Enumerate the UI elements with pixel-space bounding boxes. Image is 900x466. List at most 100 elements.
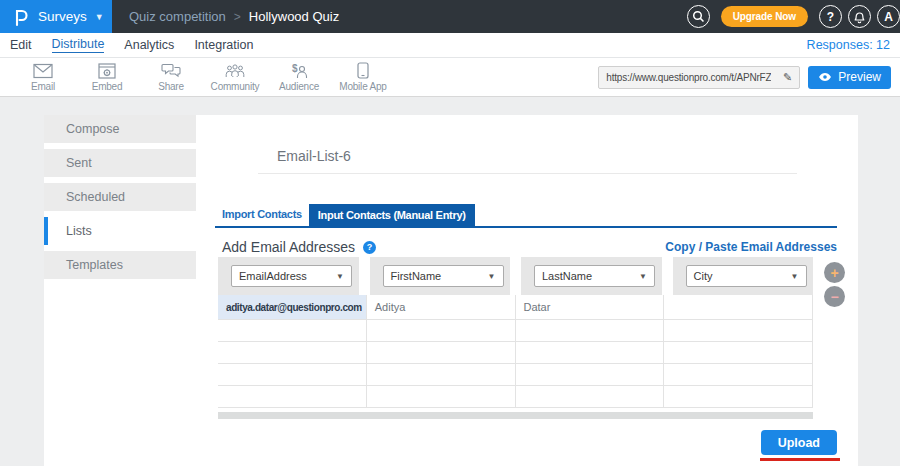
- avatar[interactable]: A: [877, 5, 900, 28]
- survey-url-input[interactable]: https://www.questionpro.com/t/APNrFZ ✎: [598, 66, 800, 89]
- nav-edit[interactable]: Edit: [10, 38, 32, 53]
- column-header-firstname: FirstName▼: [370, 257, 511, 295]
- tool-community-label: Community: [211, 81, 260, 92]
- breadcrumb-parent[interactable]: Quiz competition: [129, 9, 226, 24]
- cell-firstname[interactable]: [367, 320, 516, 341]
- column-select-lastname[interactable]: LastName▼: [534, 265, 655, 287]
- cell-firstname[interactable]: [367, 386, 516, 407]
- tab-input-contacts-manual[interactable]: Input Contacts (Manual Entry): [309, 204, 475, 226]
- preview-label: Preview: [838, 70, 881, 84]
- distribute-toolbar: Email Embed Share Community $ Audience M…: [0, 58, 900, 97]
- email-sidenav: Compose Sent Scheduled Lists Templates: [44, 115, 196, 285]
- product-switcher[interactable]: Surveys ▼: [0, 0, 112, 33]
- cell-city[interactable]: [664, 320, 813, 341]
- horizontal-scrollbar[interactable]: [218, 412, 813, 419]
- nav-integration[interactable]: Integration: [194, 38, 253, 53]
- column-select-emailaddress[interactable]: EmailAddress▼: [231, 265, 352, 287]
- column-header-lastname: LastName▼: [521, 257, 662, 295]
- tool-embed[interactable]: Embed: [78, 63, 136, 92]
- tool-share[interactable]: Share: [142, 63, 200, 92]
- cell-email[interactable]: aditya.datar@questionpro.com: [218, 295, 367, 319]
- tool-audience[interactable]: $ Audience: [270, 63, 328, 92]
- tool-mobile-app[interactable]: Mobile App: [334, 62, 392, 92]
- table-row: aditya.datar@questionpro.com Aditya Data…: [218, 295, 813, 320]
- eye-icon: [818, 72, 832, 82]
- tool-mobile-app-label: Mobile App: [339, 81, 386, 92]
- svg-text:$: $: [292, 63, 298, 74]
- cell-lastname[interactable]: Datar: [516, 295, 665, 319]
- select-caret-icon: ▼: [639, 272, 647, 281]
- search-button[interactable]: [687, 5, 710, 28]
- cell-lastname[interactable]: [516, 386, 665, 407]
- cell-lastname[interactable]: [516, 320, 665, 341]
- nav-distribute[interactable]: Distribute: [52, 37, 105, 53]
- column-select-firstname[interactable]: FirstName▼: [383, 265, 504, 287]
- breadcrumb-separator: >: [234, 10, 241, 24]
- table-row: [218, 386, 813, 408]
- red-underline-annotation: [760, 458, 840, 461]
- share-icon: [161, 63, 181, 79]
- cell-lastname[interactable]: [516, 364, 665, 385]
- mobile-app-icon: [357, 62, 369, 79]
- sidebar-item-sent[interactable]: Sent: [44, 149, 196, 177]
- cell-city[interactable]: [664, 364, 813, 385]
- tab-import-contacts[interactable]: Import Contacts: [215, 208, 309, 226]
- table-row: [218, 342, 813, 364]
- help-icon[interactable]: ?: [363, 241, 376, 254]
- remove-row-button[interactable]: −: [824, 286, 845, 307]
- page-background: Compose Sent Scheduled Lists Templates E…: [0, 97, 900, 466]
- cell-firstname[interactable]: [367, 342, 516, 363]
- cell-email[interactable]: [218, 342, 367, 363]
- survey-nav: Edit Distribute Analytics Integration Re…: [0, 33, 900, 58]
- breadcrumb: Quiz competition > Hollywood Quiz: [129, 9, 339, 24]
- tool-community[interactable]: Community: [206, 63, 264, 92]
- tool-share-label: Share: [158, 81, 184, 92]
- preview-button[interactable]: Preview: [808, 66, 891, 89]
- cell-email[interactable]: [218, 386, 367, 407]
- cell-firstname[interactable]: Aditya: [367, 295, 516, 319]
- cell-city[interactable]: [664, 386, 813, 407]
- search-icon: [692, 10, 705, 23]
- cell-email[interactable]: [218, 320, 367, 341]
- tool-embed-label: Embed: [92, 81, 123, 92]
- table-row: [218, 320, 813, 342]
- product-name: Surveys: [38, 9, 87, 24]
- responses-count[interactable]: Responses: 12: [807, 38, 890, 52]
- section-title: Add Email Addresses: [222, 239, 355, 255]
- nav-analytics[interactable]: Analytics: [124, 38, 174, 53]
- column-select-city[interactable]: City▼: [686, 265, 807, 287]
- email-lists-card: Compose Sent Scheduled Lists Templates E…: [44, 115, 858, 466]
- sidebar-item-compose[interactable]: Compose: [44, 115, 196, 143]
- select-caret-icon: ▼: [791, 272, 799, 281]
- sidebar-item-scheduled[interactable]: Scheduled: [44, 183, 196, 211]
- tool-email-label: Email: [31, 81, 55, 92]
- edit-url-icon[interactable]: ✎: [783, 71, 792, 84]
- email-icon: [33, 63, 53, 79]
- upload-button[interactable]: Upload: [761, 430, 837, 455]
- cell-email[interactable]: [218, 364, 367, 385]
- list-content: Email-List-6 Import Contacts Input Conta…: [196, 115, 858, 466]
- bell-icon: [853, 10, 866, 24]
- cell-city[interactable]: [664, 342, 813, 363]
- list-title: Email-List-6: [258, 145, 797, 174]
- cell-lastname[interactable]: [516, 342, 665, 363]
- notifications-button[interactable]: [848, 5, 871, 28]
- community-icon: [225, 63, 245, 79]
- tool-email[interactable]: Email: [14, 63, 72, 92]
- column-header-city: City▼: [673, 257, 814, 295]
- cell-firstname[interactable]: [367, 364, 516, 385]
- breadcrumb-current: Hollywood Quiz: [249, 9, 339, 24]
- select-caret-icon: ▼: [488, 272, 496, 281]
- add-row-button[interactable]: +: [824, 262, 845, 283]
- sidebar-item-templates[interactable]: Templates: [44, 251, 196, 279]
- copy-paste-link[interactable]: Copy / Paste Email Addresses: [665, 240, 837, 254]
- help-button[interactable]: ?: [819, 5, 842, 28]
- audience-icon: $: [289, 63, 309, 79]
- top-header: Surveys ▼ Quiz competition > Hollywood Q…: [0, 0, 900, 33]
- cell-city[interactable]: [664, 295, 813, 319]
- survey-url: https://www.questionpro.com/t/APNrFZ: [606, 72, 771, 83]
- tool-audience-label: Audience: [279, 81, 319, 92]
- sidebar-item-lists[interactable]: Lists: [44, 217, 196, 245]
- contacts-table: EmailAddress▼ FirstName▼ LastName▼ City▼…: [218, 257, 813, 419]
- upgrade-now-button[interactable]: Upgrade Now: [721, 6, 808, 27]
